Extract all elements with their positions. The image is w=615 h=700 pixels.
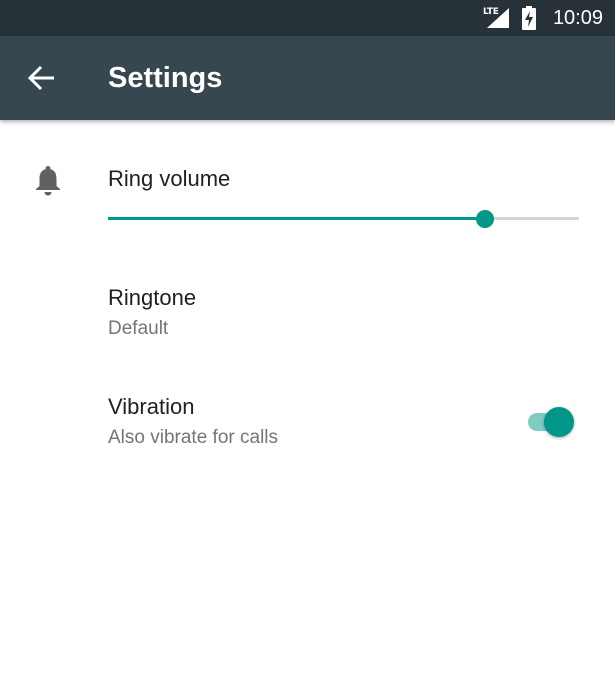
slider-fill <box>108 217 485 220</box>
status-clock: 10:09 <box>552 6 603 29</box>
lte-signal-icon: LTE <box>483 6 511 30</box>
ring-volume-label: Ring volume <box>108 166 231 191</box>
arrow-back-icon <box>27 65 54 91</box>
bell-icon <box>34 164 62 196</box>
back-button[interactable] <box>22 60 62 96</box>
vibration-row[interactable] <box>0 378 615 466</box>
slider-thumb[interactable] <box>476 210 494 228</box>
toggle-thumb <box>544 407 574 437</box>
vibration-description: Also vibrate for calls <box>108 427 279 448</box>
ring-volume-slider[interactable] <box>108 208 579 230</box>
ringtone-label: Ringtone <box>108 285 197 310</box>
vibration-toggle[interactable] <box>526 405 576 437</box>
ringtone-row[interactable] <box>0 270 615 358</box>
status-icons: LTE 10:09 <box>483 0 603 36</box>
status-bar: LTE 10:09 <box>0 0 615 36</box>
vibration-label: Vibration <box>108 394 195 419</box>
page-title: Settings <box>108 62 223 94</box>
ringtone-value: Default <box>108 318 169 339</box>
battery-charging-icon <box>521 6 537 30</box>
app-bar: Settings <box>0 36 615 120</box>
